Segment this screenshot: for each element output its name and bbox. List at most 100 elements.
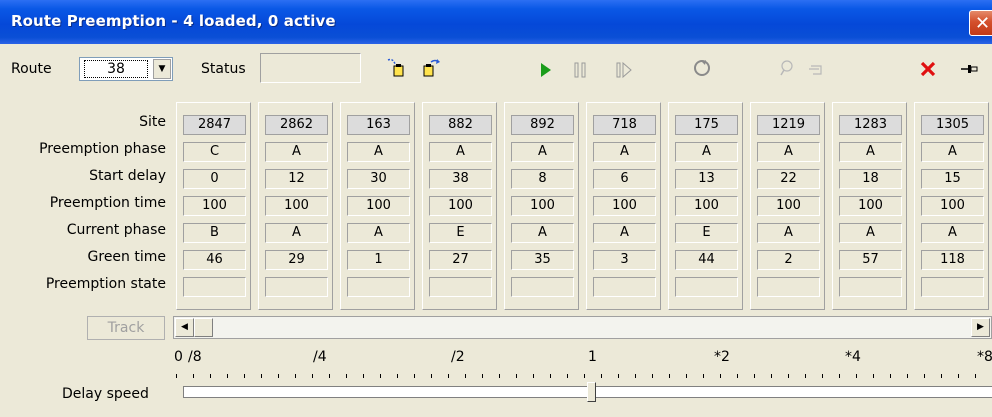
scale-tick: [414, 374, 415, 378]
scale-tick: [856, 374, 857, 378]
delete-icon[interactable]: [916, 57, 940, 81]
scale-tick: [924, 374, 925, 378]
row-label-site: Site: [139, 114, 166, 130]
scale-tick: [210, 374, 211, 378]
preemption-phase-cell: A: [265, 142, 328, 162]
site-column: 2847 C 0 100 B 46: [176, 102, 251, 310]
scale-tick: [533, 374, 534, 378]
green-time-cell: 35: [511, 250, 574, 270]
scale-tick: [363, 374, 364, 378]
scale-tick: [941, 374, 942, 378]
scale-tick: [618, 374, 619, 378]
scale-tick: [907, 374, 908, 378]
green-time-cell: 27: [429, 250, 492, 270]
scale-label-quadruple: *4: [845, 349, 861, 365]
scale-label-one: 1: [588, 349, 597, 365]
preemption-phase-cell: A: [839, 142, 902, 162]
play-icon[interactable]: [534, 58, 558, 82]
pointer-icon[interactable]: [805, 58, 829, 82]
scale-tick: [754, 374, 755, 378]
current-phase-cell: A: [839, 223, 902, 243]
scale-tick: [397, 374, 398, 378]
preemption-state-cell: [839, 277, 902, 297]
title-bar[interactable]: Route Preemption - 4 loaded, 0 active ✕: [0, 0, 992, 44]
preemption-state-cell: [347, 277, 410, 297]
preemption-time-cell: 100: [511, 196, 574, 216]
current-phase-cell: A: [265, 223, 328, 243]
green-time-cell: 29: [265, 250, 328, 270]
site-cell: 882: [429, 115, 492, 135]
close-button[interactable]: ✕: [969, 10, 992, 36]
scale-tick: [482, 374, 483, 378]
current-phase-cell: A: [593, 223, 656, 243]
scale-tick: [584, 374, 585, 378]
route-select[interactable]: 38 ▼: [79, 57, 173, 81]
find-icon[interactable]: [775, 56, 799, 80]
start-delay-cell: 0: [183, 169, 246, 189]
scale-tick: [601, 374, 602, 378]
scale-tick: [278, 374, 279, 378]
start-delay-cell: 12: [265, 169, 328, 189]
scale-label-eighth: /8: [188, 349, 202, 365]
scale-tick: [975, 374, 976, 378]
current-phase-cell: A: [757, 223, 820, 243]
scale-tick: [737, 374, 738, 378]
site-column: 1305 A 15 100 A 118: [914, 102, 989, 310]
scale-tick: [669, 374, 670, 378]
site-column: 2862 A 12 100 A 29: [258, 102, 333, 310]
current-phase-cell: E: [429, 223, 492, 243]
scroll-right-icon[interactable]: ▶: [971, 318, 990, 337]
site-column: 1219 A 22 100 A 2: [750, 102, 825, 310]
green-time-cell: 57: [839, 250, 902, 270]
delay-speed-slider-thumb[interactable]: [587, 382, 596, 402]
site-column: 163 A 30 100 A 1: [340, 102, 415, 310]
load-route-icon[interactable]: [385, 56, 409, 80]
start-delay-cell: 18: [839, 169, 902, 189]
scroll-left-icon[interactable]: ◀: [175, 318, 194, 337]
preemption-phase-cell: A: [347, 142, 410, 162]
scrollbar-thumb[interactable]: [194, 318, 213, 337]
preemption-state-cell: [429, 277, 492, 297]
scale-tick: [295, 374, 296, 378]
export-route-icon[interactable]: [419, 56, 443, 80]
delay-speed-ticks: [176, 374, 992, 380]
current-phase-cell: E: [675, 223, 738, 243]
refresh-icon[interactable]: [690, 56, 714, 80]
site-cell: 2847: [183, 115, 246, 135]
row-label-current-phase: Current phase: [66, 222, 166, 238]
step-icon[interactable]: [612, 58, 636, 82]
site-cell: 892: [511, 115, 574, 135]
scale-tick: [448, 374, 449, 378]
green-time-cell: 1: [347, 250, 410, 270]
start-delay-cell: 22: [757, 169, 820, 189]
row-label-preemption-phase: Preemption phase: [39, 141, 166, 157]
preemption-time-cell: 100: [429, 196, 492, 216]
preemption-phase-cell: A: [757, 142, 820, 162]
preemption-time-cell: 100: [921, 196, 984, 216]
preemption-phase-cell: C: [183, 142, 246, 162]
preemption-time-cell: 100: [183, 196, 246, 216]
scale-tick: [720, 374, 721, 378]
pause-icon[interactable]: [569, 58, 593, 82]
start-delay-cell: 13: [675, 169, 738, 189]
delay-speed-label: Delay speed: [62, 386, 149, 402]
scale-tick: [635, 374, 636, 378]
preemption-state-cell: [593, 277, 656, 297]
horizontal-scrollbar[interactable]: ◀ ▶: [173, 316, 992, 339]
site-cell: 175: [675, 115, 738, 135]
start-delay-cell: 30: [347, 169, 410, 189]
preemption-phase-cell: A: [921, 142, 984, 162]
preemption-time-cell: 100: [757, 196, 820, 216]
scale-tick: [431, 374, 432, 378]
route-preemption-window: Route Preemption - 4 loaded, 0 active ✕ …: [0, 0, 992, 417]
scale-tick: [873, 374, 874, 378]
status-field: [260, 53, 361, 83]
preemption-state-cell: [921, 277, 984, 297]
track-button[interactable]: Track: [87, 316, 165, 340]
scale-tick: [839, 374, 840, 378]
preemption-state-cell: [183, 277, 246, 297]
chevron-down-icon[interactable]: ▼: [153, 59, 171, 79]
preemption-time-cell: 100: [593, 196, 656, 216]
scale-tick: [312, 374, 313, 378]
pin-icon[interactable]: [957, 57, 981, 81]
